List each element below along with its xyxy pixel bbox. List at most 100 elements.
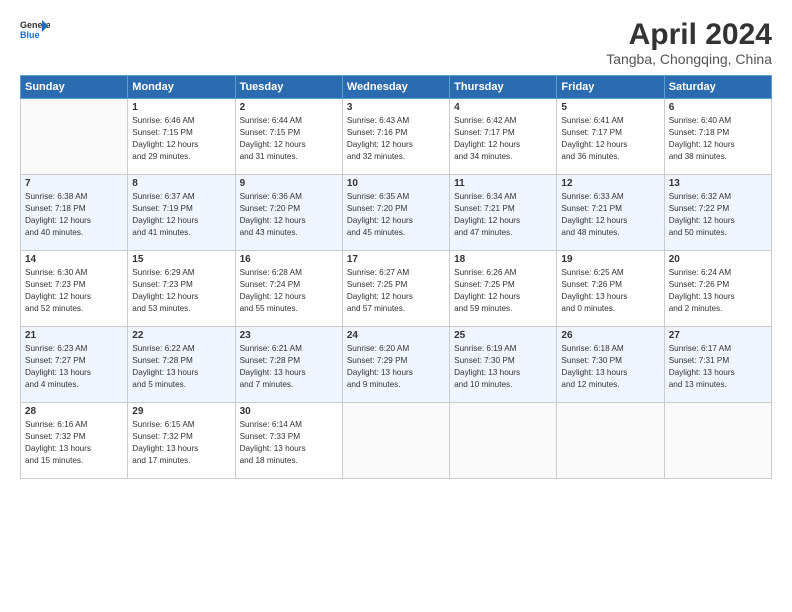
day-info-line: and 0 minutes. — [561, 304, 615, 313]
calendar-cell: 3Sunrise: 6:43 AMSunset: 7:16 PMDaylight… — [342, 99, 449, 175]
day-number: 18 — [454, 254, 552, 265]
day-info-line: Sunrise: 6:37 AM — [132, 192, 194, 201]
day-info-line: Daylight: 12 hours — [132, 216, 198, 225]
day-info: Sunrise: 6:28 AMSunset: 7:24 PMDaylight:… — [240, 267, 338, 315]
day-info-line: Daylight: 12 hours — [454, 292, 520, 301]
day-info-line: Sunrise: 6:43 AM — [347, 116, 409, 125]
calendar-week-row-4: 21Sunrise: 6:23 AMSunset: 7:27 PMDayligh… — [21, 327, 772, 403]
day-info-line: Daylight: 12 hours — [347, 292, 413, 301]
calendar-subtitle: Tangba, Chongqing, China — [606, 51, 772, 67]
day-info-line: Sunrise: 6:19 AM — [454, 344, 516, 353]
day-info-line: and 7 minutes. — [240, 380, 294, 389]
day-number: 30 — [240, 406, 338, 417]
day-info-line: Daylight: 13 hours — [454, 368, 520, 377]
day-info-line: Sunrise: 6:17 AM — [669, 344, 731, 353]
day-info: Sunrise: 6:37 AM Sunset: 7:19 PM Daylight:… — [132, 191, 230, 239]
calendar-cell — [342, 403, 449, 479]
logo: General Blue — [20, 18, 50, 40]
day-info-line: Daylight: 12 hours — [25, 292, 91, 301]
day-info-line: and 34 minutes. — [454, 152, 512, 161]
day-info: Sunrise: 6:44 AMSunset: 7:15 PMDaylight:… — [240, 115, 338, 163]
day-info-line: Sunset: 7:33 PM — [240, 432, 301, 441]
day-info-line: Sunrise: 6:42 AM — [454, 116, 516, 125]
calendar-cell: 24Sunrise: 6:20 AMSunset: 7:29 PMDayligh… — [342, 327, 449, 403]
day-number: 20 — [669, 254, 767, 265]
calendar-cell: 8 Sunrise: 6:37 AM Sunset: 7:19 PM Daylight… — [128, 175, 235, 251]
day-info-line: Sunset: 7:19 PM — [132, 204, 193, 213]
day-info: Sunrise: 6:16 AMSunset: 7:32 PMDaylight:… — [25, 419, 123, 467]
day-number: 10 — [347, 178, 445, 189]
day-number: 28 — [25, 406, 123, 417]
day-info-line: and 17 minutes. — [132, 456, 190, 465]
day-info-line: Sunrise: 6:22 AM — [132, 344, 194, 353]
header: General Blue April 2024 Tangba, Chongqin… — [20, 18, 772, 67]
day-number: 25 — [454, 330, 552, 341]
day-info-line: Daylight: 12 hours — [669, 216, 735, 225]
day-info-line: Sunset: 7:18 PM — [25, 204, 86, 213]
calendar-cell: 19Sunrise: 6:25 AMSunset: 7:26 PMDayligh… — [557, 251, 664, 327]
day-info-line: Sunset: 7:21 PM — [561, 204, 622, 213]
calendar-cell: 25Sunrise: 6:19 AMSunset: 7:30 PMDayligh… — [450, 327, 557, 403]
day-info-line: Sunset: 7:26 PM — [561, 280, 622, 289]
day-info-line: and 10 minutes. — [454, 380, 512, 389]
calendar-cell: 5Sunrise: 6:41 AMSunset: 7:17 PMDaylight… — [557, 99, 664, 175]
day-info: Sunrise: 6:14 AMSunset: 7:33 PMDaylight:… — [240, 419, 338, 467]
day-info-line: Sunset: 7:27 PM — [25, 356, 86, 365]
day-info-line: and 5 minutes. — [132, 380, 186, 389]
day-number: 1 — [132, 102, 230, 113]
day-info-line: and 18 minutes. — [240, 456, 298, 465]
day-info-line: Sunset: 7:15 PM — [240, 128, 301, 137]
day-info: Sunrise: 6:17 AMSunset: 7:31 PMDaylight:… — [669, 343, 767, 391]
calendar-cell: 4Sunrise: 6:42 AMSunset: 7:17 PMDaylight… — [450, 99, 557, 175]
day-info-line: and 36 minutes. — [561, 152, 619, 161]
title-block: April 2024 Tangba, Chongqing, China — [606, 18, 772, 67]
day-info-line: Daylight: 12 hours — [240, 292, 306, 301]
day-info: Sunrise: 6:24 AMSunset: 7:26 PMDaylight:… — [669, 267, 767, 315]
day-number: 12 — [561, 178, 659, 189]
day-info-line: Sunrise: 6:23 AM — [25, 344, 87, 353]
day-info-line: Sunset: 7:17 PM — [561, 128, 622, 137]
day-info-line: Sunset: 7:32 PM — [132, 432, 193, 441]
day-info-line: Daylight: 12 hours — [25, 216, 91, 225]
day-number: 23 — [240, 330, 338, 341]
calendar-week-row-3: 14Sunrise: 6:30 AMSunset: 7:23 PMDayligh… — [21, 251, 772, 327]
day-info-line: Sunrise: 6:46 AM — [132, 116, 194, 125]
calendar-cell: 15 Sunrise: 6:29 AMSunset: 7:23 PMDayligh… — [128, 251, 235, 327]
day-info-line: Sunset: 7:16 PM — [347, 128, 408, 137]
calendar-cell — [664, 403, 771, 479]
day-info: Sunrise: 6:29 AMSunset: 7:23 PMDaylight:… — [132, 267, 230, 315]
day-info: Sunrise: 6:30 AMSunset: 7:23 PMDaylight:… — [25, 267, 123, 315]
day-info: Sunrise: 6:20 AMSunset: 7:29 PMDaylight:… — [347, 343, 445, 391]
calendar-cell: 28 Sunrise: 6:16 AMSunset: 7:32 PMDayligh… — [21, 403, 128, 479]
day-info-line: Daylight: 12 hours — [347, 140, 413, 149]
day-number: 8 — [132, 178, 230, 189]
day-number: 27 — [669, 330, 767, 341]
calendar-cell — [557, 403, 664, 479]
day-info-line: Daylight: 12 hours — [669, 140, 735, 149]
calendar-cell: 9Sunrise: 6:36 AMSunset: 7:20 PMDaylight… — [235, 175, 342, 251]
day-info-line: Sunset: 7:20 PM — [240, 204, 301, 213]
calendar-cell: 7Sunrise: 6:38 AMSunset: 7:18 PMDaylight… — [21, 175, 128, 251]
day-info-line: Sunrise: 6:20 AM — [347, 344, 409, 353]
day-number: 15 — [132, 254, 230, 265]
calendar-cell: 13Sunrise: 6:32 AMSunset: 7:22 PMDayligh… — [664, 175, 771, 251]
calendar-cell: 11Sunrise: 6:34 AMSunset: 7:21 PMDayligh… — [450, 175, 557, 251]
day-info: Sunrise: 6:27 AMSunset: 7:25 PMDaylight:… — [347, 267, 445, 315]
calendar-cell: 30 Sunrise: 6:14 AMSunset: 7:33 PMDayligh… — [235, 403, 342, 479]
day-info-line: and 4 minutes. — [25, 380, 79, 389]
day-info-line: and 48 minutes. — [561, 228, 619, 237]
day-info-line: Daylight: 13 hours — [240, 368, 306, 377]
calendar-cell: 22Sunrise: 6:22 AMSunset: 7:28 PMDayligh… — [128, 327, 235, 403]
day-info: Sunrise: 6:22 AMSunset: 7:28 PMDaylight:… — [132, 343, 230, 391]
day-number: 6 — [669, 102, 767, 113]
calendar-cell: 26Sunrise: 6:18 AMSunset: 7:30 PMDayligh… — [557, 327, 664, 403]
day-info-line: Daylight: 12 hours — [240, 140, 306, 149]
day-info-line: Daylight: 13 hours — [240, 444, 306, 453]
svg-text:Blue: Blue — [20, 30, 40, 40]
day-info-line: Sunset: 7:20 PM — [347, 204, 408, 213]
day-info-line: and 13 minutes. — [669, 380, 727, 389]
day-info-line: and 29 minutes. — [132, 152, 190, 161]
day-number: 17 — [347, 254, 445, 265]
day-info-line: Sunset: 7:25 PM — [454, 280, 515, 289]
day-info: Sunrise: 6:38 AMSunset: 7:18 PMDaylight:… — [25, 191, 123, 239]
